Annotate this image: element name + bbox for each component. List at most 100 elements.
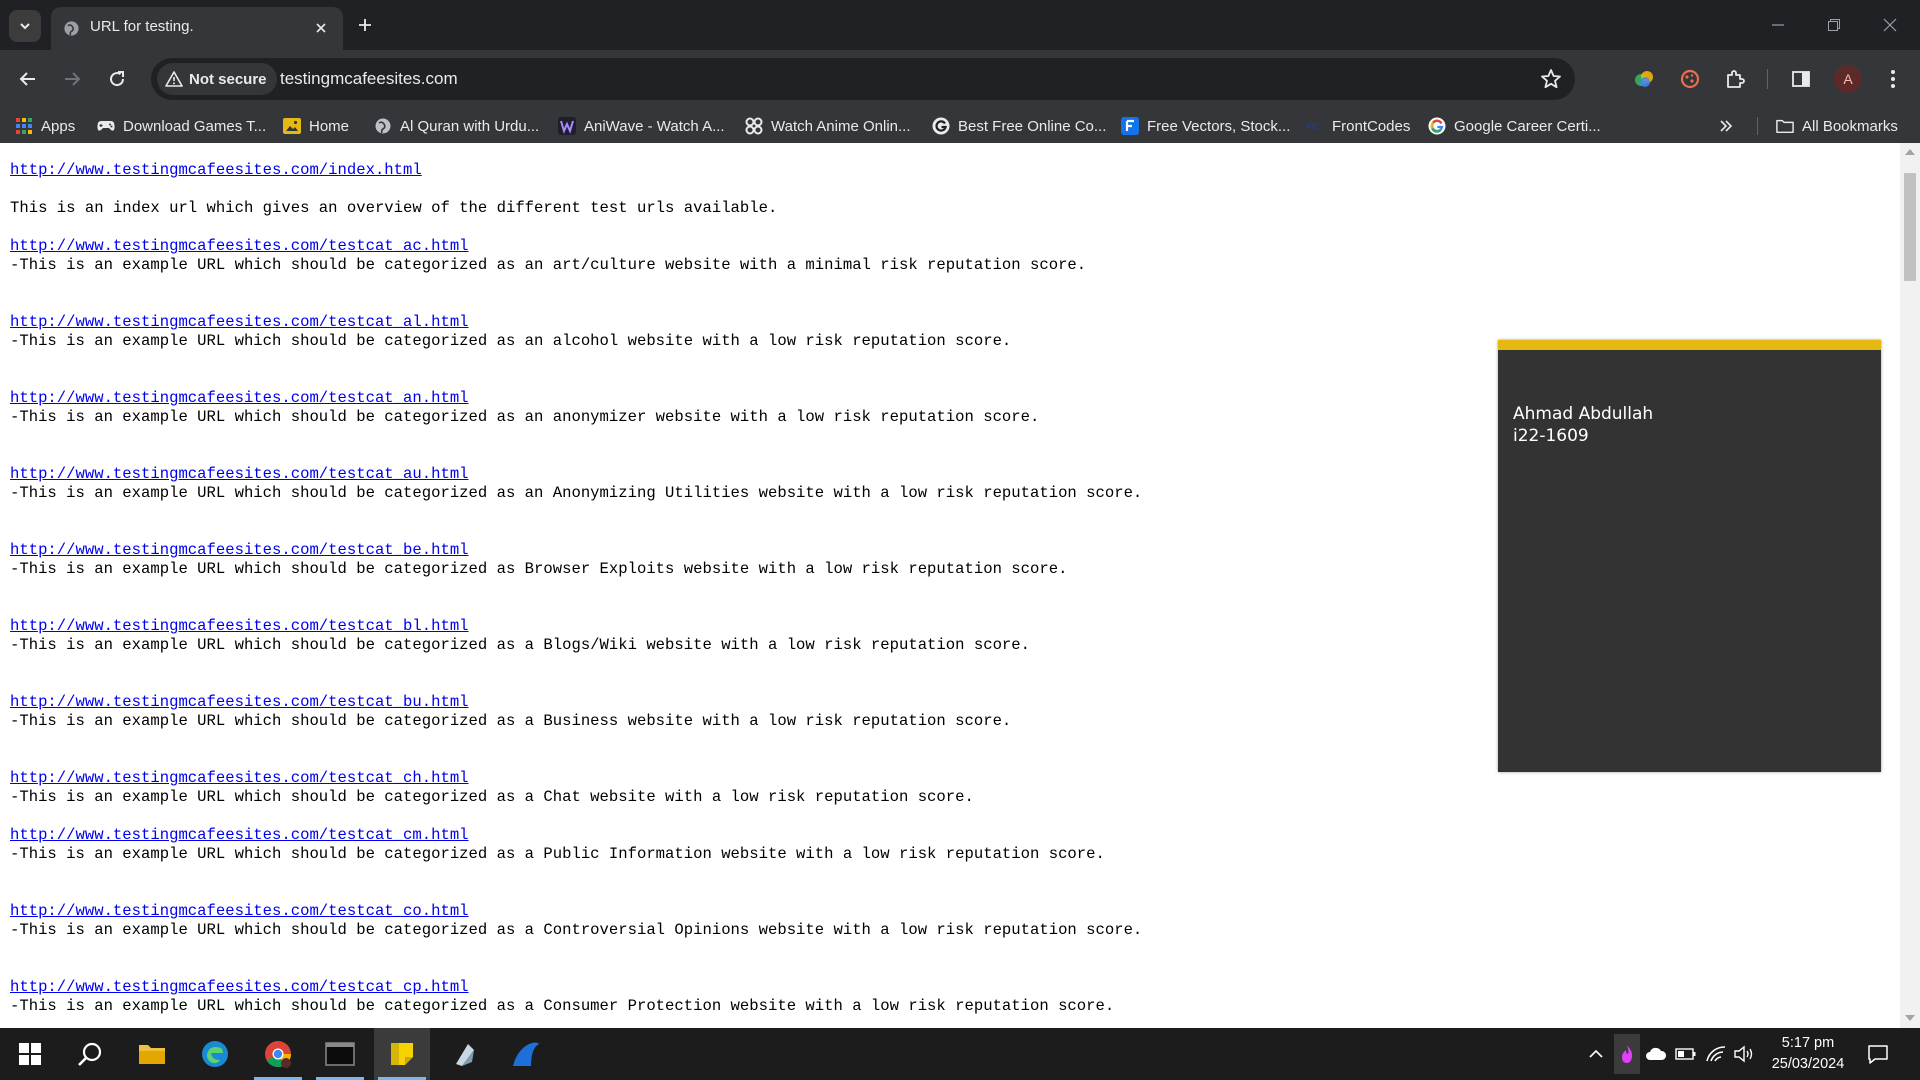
test-url-description: -This is an example URL which should be … [10,256,1087,274]
reload-button[interactable] [101,63,133,95]
notification-icon [1868,1045,1888,1064]
page-scrollbar[interactable] [1900,143,1920,1028]
flame-icon [1622,1045,1633,1063]
all-bookmarks-button[interactable]: All Bookmarks [1776,115,1898,137]
show-hidden-icons-button[interactable] [1584,1042,1608,1066]
bookmark-home[interactable]: Home [283,115,349,137]
test-url-link[interactable]: http://www.testingmcafeesites.com/testca… [10,389,1039,408]
sticky-notes-icon [391,1043,413,1065]
new-tab-button[interactable] [352,12,378,38]
bookmark-free-vectors[interactable]: Free Vectors, Stock... [1121,115,1290,137]
side-panel-button[interactable] [1785,63,1817,95]
test-url-link[interactable]: http://www.testingmcafeesites.com/testca… [10,693,1011,712]
taskbar-chrome[interactable] [250,1028,306,1080]
freepik-icon [1121,117,1139,135]
scroll-down-arrow-icon[interactable] [1905,1015,1915,1021]
test-url-description: -This is an example URL which should be … [10,636,1030,654]
bookmark-google-career[interactable]: Google Career Certi... [1428,115,1601,137]
anime-icon [745,117,763,135]
bookmark-label: Apps [41,117,76,135]
avatar[interactable]: A [1834,65,1862,93]
extensions-button[interactable] [1719,63,1751,95]
test-url-link[interactable]: http://www.testingmcafeesites.com/testca… [10,902,1142,921]
globe-icon [374,117,392,135]
warning-triangle-icon [165,71,183,87]
test-url-link[interactable]: http://www.testingmcafeesites.com/testca… [10,237,1086,256]
bookmarks-bar: Apps Download Games T... Home Al Quran w… [0,108,1920,143]
bookmark-best-free-online[interactable]: Best Free Online Co... [932,115,1106,137]
back-button[interactable] [12,63,44,95]
tray-flame-app[interactable] [1614,1034,1640,1074]
address-bar[interactable]: Not secure testingmcafeesites.com [151,58,1575,100]
forward-button[interactable] [56,63,88,95]
menu-button[interactable] [1877,63,1909,95]
bookmarks-separator [1757,117,1758,135]
bookmark-apps[interactable]: Apps [15,115,75,137]
bookmark-frontcodes[interactable]: FC FrontCodes [1306,115,1410,137]
wifi-icon[interactable] [1704,1042,1728,1066]
search-button[interactable] [62,1028,118,1080]
edge-icon [202,1041,228,1067]
taskbar-app-blade[interactable] [436,1028,492,1080]
svg-text:FC: FC [1306,122,1319,133]
test-url-link[interactable]: http://www.testingmcafeesites.com/testca… [10,978,1114,997]
security-chip[interactable]: Not secure [157,63,277,95]
search-icon [78,1042,102,1066]
tab-close-button[interactable] [311,18,331,38]
bookmark-label: Al Quran with Urdu... [400,117,540,135]
taskbar-sticky-notes[interactable] [374,1028,430,1080]
test-url-link[interactable]: http://www.testingmcafeesites.com/testca… [10,826,1105,845]
chevron-down-icon [20,23,30,30]
test-url-link[interactable]: http://www.testingmcafeesites.com/index.… [10,161,777,180]
restore-icon [1828,19,1840,31]
scrollbar-thumb[interactable] [1904,173,1916,281]
test-url-description: -This is an example URL which should be … [10,712,1012,730]
list-item: http://www.testingmcafeesites.com/testca… [10,769,974,807]
windows-taskbar: 5:17 pm 25/03/2024 [0,1028,1920,1080]
bookmark-aniwave[interactable]: AniWave - Watch A... [558,115,725,137]
sticky-note-overlay[interactable]: Ahmad Abdullah i22-1609 [1498,340,1881,772]
battery-icon[interactable] [1674,1042,1698,1066]
taskbar-file-explorer[interactable] [124,1028,180,1080]
taskbar-clock[interactable]: 5:17 pm 25/03/2024 [1760,1033,1856,1075]
cloud-icon [1646,1047,1667,1060]
cookie-extension-icon[interactable] [1674,63,1706,95]
scroll-up-arrow-icon[interactable] [1905,149,1915,155]
tab-active[interactable]: URL for testing. [51,7,343,50]
test-url-link[interactable]: http://www.testingmcafeesites.com/testca… [10,465,1142,484]
url-text[interactable]: testingmcafeesites.com [280,69,458,89]
test-url-description: -This is an example URL which should be … [10,921,1143,939]
close-window-button[interactable] [1870,10,1910,40]
extension-colorful-icon[interactable] [1628,63,1660,95]
bookmark-watch-anime[interactable]: Watch Anime Onlin... [745,115,911,137]
bookmark-al-quran[interactable]: Al Quran with Urdu... [374,115,539,137]
tab-search-button[interactable] [9,10,41,42]
test-url-link[interactable]: http://www.testingmcafeesites.com/testca… [10,617,1030,636]
bookmark-label: Free Vectors, Stock... [1147,117,1291,135]
test-url-link[interactable]: http://www.testingmcafeesites.com/testca… [10,541,1067,560]
start-button[interactable] [2,1028,58,1080]
notification-center-button[interactable] [1866,1042,1890,1066]
taskbar-edge[interactable] [187,1028,243,1080]
restore-button[interactable] [1814,10,1854,40]
test-url-link[interactable]: http://www.testingmcafeesites.com/testca… [10,769,974,788]
title-bar: URL for testing. [0,0,1920,50]
plus-icon [359,19,371,31]
google-icon [1428,117,1446,135]
apps-grid-icon [15,117,33,135]
frontcodes-icon: FC [1306,117,1324,135]
test-url-link[interactable]: http://www.testingmcafeesites.com/testca… [10,313,1011,332]
volume-icon[interactable] [1732,1042,1756,1066]
browser-toolbar: Not secure testingmcafeesites.com A [0,50,1920,108]
star-icon[interactable] [1539,67,1563,91]
onedrive-icon[interactable] [1644,1042,1668,1066]
taskbar-terminal[interactable] [312,1028,368,1080]
bookmark-download-games[interactable]: Download Games T... [97,115,266,137]
list-item: http://www.testingmcafeesites.com/testca… [10,313,1011,351]
taskbar-app-wave[interactable] [498,1028,554,1080]
bookmark-label: FrontCodes [1332,117,1411,135]
windows-logo-icon [19,1043,41,1065]
bookmarks-overflow-button[interactable] [1717,115,1735,137]
folder-icon [139,1045,165,1064]
minimize-button[interactable] [1758,10,1798,40]
